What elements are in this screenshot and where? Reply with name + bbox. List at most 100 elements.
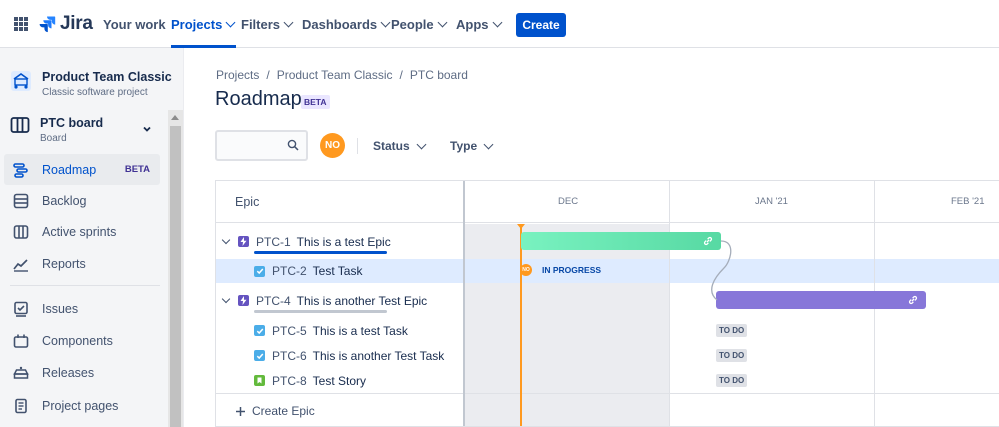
breadcrumb-separator: / xyxy=(266,68,270,82)
issue-key[interactable]: PTC-4 xyxy=(256,294,291,308)
sidebar-item-roadmap[interactable]: Roadmap BETA xyxy=(4,154,160,185)
issue-key[interactable]: PTC-1 xyxy=(256,235,291,249)
status-lozenge: TO DO xyxy=(716,349,748,362)
search-icon xyxy=(287,139,299,151)
epic-icon xyxy=(238,236,249,247)
sidebar-item-label: Issues xyxy=(42,301,79,316)
project-pages-icon xyxy=(12,397,29,414)
nav-projects[interactable]: Projects xyxy=(171,0,237,48)
breadcrumb-project[interactable]: Product Team Classic xyxy=(277,68,393,82)
create-button[interactable]: Create xyxy=(516,13,566,37)
chevron-down-icon xyxy=(483,139,494,149)
sidebar-item-reports[interactable]: Reports xyxy=(4,248,160,279)
jira-logo-text: Jira xyxy=(60,13,93,34)
table-row[interactable]: PTC-6 This is another Test Task TO DO xyxy=(216,343,999,368)
nav-dashboards-label: Dashboards xyxy=(302,16,378,32)
create-epic-button[interactable]: Create Epic xyxy=(216,394,463,426)
sidebar-item-label: Components xyxy=(42,333,113,348)
status-lozenge: TO DO xyxy=(716,324,748,337)
project-sidebar: Product Team Classic Classic software pr… xyxy=(0,48,184,427)
type-filter[interactable]: Type xyxy=(450,139,494,153)
backlog-icon xyxy=(12,192,29,209)
sidebar-scroll-thumb[interactable] xyxy=(170,126,181,427)
plus-icon xyxy=(236,406,245,416)
sidebar-item-components[interactable]: Components xyxy=(4,325,160,356)
sidebar-item-label: Reports xyxy=(42,256,86,271)
beta-badge: BETA xyxy=(124,164,150,175)
today-marker xyxy=(520,224,522,426)
table-row[interactable]: PTC-5 This is a test Task TO DO xyxy=(216,318,999,343)
story-icon xyxy=(254,375,265,386)
issue-key[interactable]: PTC-6 xyxy=(272,349,307,363)
chevron-down-icon xyxy=(416,139,427,149)
breadcrumb-projects[interactable]: Projects xyxy=(216,68,259,82)
month-feb: FEB '21 xyxy=(951,196,985,207)
nav-apps[interactable]: Apps xyxy=(456,0,502,48)
jira-logo[interactable]: Jira xyxy=(38,13,93,35)
epic-icon xyxy=(238,295,249,306)
chevron-down-icon xyxy=(283,17,294,27)
sidebar-item-backlog[interactable]: Backlog xyxy=(4,185,160,216)
chevron-down-icon[interactable] xyxy=(221,294,231,304)
project-name: Product Team Classic xyxy=(42,70,172,84)
avatar[interactable]: NO xyxy=(320,133,345,158)
nav-dashboards[interactable]: Dashboards xyxy=(302,0,391,48)
epic-bar-ptc-1[interactable] xyxy=(521,232,721,250)
sidebar-item-releases[interactable]: Releases xyxy=(4,357,160,388)
dependency-line[interactable] xyxy=(706,236,746,306)
table-row[interactable]: PTC-8 Test Story TO DO xyxy=(216,368,999,393)
epic-progress-bar xyxy=(254,251,387,254)
project-avatar-icon xyxy=(11,71,31,91)
type-filter-label: Type xyxy=(450,139,478,153)
board-name: PTC board xyxy=(40,116,104,130)
chevron-down-icon xyxy=(380,17,391,27)
project-header[interactable]: Product Team Classic Classic software pr… xyxy=(10,70,172,98)
month-jan: JAN '21 xyxy=(755,196,788,207)
nav-filters[interactable]: Filters xyxy=(241,0,294,48)
filter-divider xyxy=(357,138,358,154)
issue-summary[interactable]: This is a test Epic xyxy=(297,235,391,249)
search-input[interactable] xyxy=(215,130,308,161)
issue-key[interactable]: PTC-8 xyxy=(272,374,307,388)
nav-apps-label: Apps xyxy=(456,16,489,32)
epic-bar-ptc-4[interactable] xyxy=(716,291,926,309)
task-icon xyxy=(254,265,265,277)
top-navigation: Jira Your work Projects Filters Dashboar… xyxy=(0,0,999,48)
sidebar-item-active-sprints[interactable]: Active sprints xyxy=(4,216,160,247)
nav-your-work-label: Your work xyxy=(103,16,166,32)
sidebar-item-label: Active sprints xyxy=(42,224,117,239)
status-filter[interactable]: Status xyxy=(373,139,427,153)
sidebar-item-label: Project pages xyxy=(42,398,119,413)
issue-summary[interactable]: This is another Test Task xyxy=(313,349,445,363)
list-timeline-divider[interactable] xyxy=(463,181,465,426)
breadcrumb-separator: / xyxy=(399,68,403,82)
sidebar-divider xyxy=(10,285,160,286)
sidebar-item-issues[interactable]: Issues xyxy=(4,293,160,324)
issue-key[interactable]: PTC-2 xyxy=(272,264,307,278)
issue-summary[interactable]: This is another Test Epic xyxy=(297,294,428,308)
story-cell: PTC-8 Test Story xyxy=(216,368,463,393)
nav-your-work[interactable]: Your work xyxy=(103,0,166,48)
avatar: NO xyxy=(520,264,532,276)
scroll-up-arrow-icon[interactable] xyxy=(171,115,179,120)
chevron-down-icon xyxy=(142,122,152,137)
create-epic-row: Create Epic xyxy=(216,393,999,426)
releases-icon xyxy=(12,364,29,381)
chevron-down-icon[interactable] xyxy=(221,235,231,245)
components-icon xyxy=(12,332,29,349)
issue-summary[interactable]: Test Task xyxy=(313,264,363,278)
nav-people[interactable]: People xyxy=(391,0,448,48)
issue-key[interactable]: PTC-5 xyxy=(272,324,307,338)
month-divider xyxy=(669,181,670,426)
task-icon xyxy=(254,325,265,336)
table-row[interactable]: PTC-2 Test Task xyxy=(216,259,999,283)
reports-icon xyxy=(12,255,29,272)
month-dec: DEC xyxy=(558,196,579,207)
board-switcher[interactable]: PTC board Board xyxy=(10,116,160,144)
sidebar-item-project-pages[interactable]: Project pages xyxy=(4,390,160,421)
issue-summary[interactable]: This is a test Task xyxy=(313,324,408,338)
breadcrumb-board[interactable]: PTC board xyxy=(410,68,468,82)
app-switcher-icon[interactable] xyxy=(14,17,28,31)
issue-summary[interactable]: Test Story xyxy=(313,374,366,388)
chevron-down-icon xyxy=(437,17,448,27)
